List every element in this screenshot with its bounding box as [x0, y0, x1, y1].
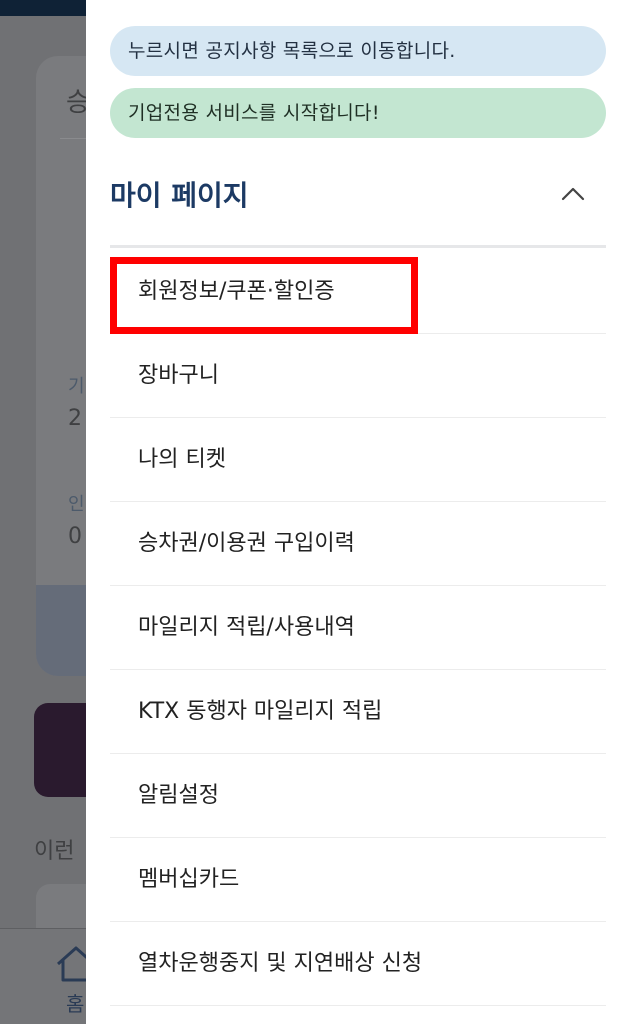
- background-value-1: 2: [68, 406, 82, 431]
- background-section-text: 이런: [34, 839, 75, 864]
- background-value-2: 0: [68, 524, 82, 549]
- background-label-2: 인: [68, 494, 85, 515]
- my-page-menu: 회원정보/쿠폰·할인증 장바구니 나의 티켓 승차권/이용권 구입이력 마일리지…: [110, 250, 606, 1006]
- section-divider: [110, 245, 606, 248]
- menu-item-mileage-history[interactable]: 마일리지 적립/사용내역: [110, 586, 606, 670]
- menu-item-delay-compensation[interactable]: 열차운행중지 및 지연배상 신청: [110, 922, 606, 1006]
- chevron-up-icon[interactable]: [560, 184, 586, 202]
- menu-item-membership-card[interactable]: 멤버십카드: [110, 838, 606, 922]
- side-drawer: 누르시면 공지사항 목록으로 이동합니다. 기업전용 서비스를 시작합니다! 마…: [86, 0, 637, 1024]
- section-title-my-page[interactable]: 마이 페이지: [110, 174, 249, 214]
- tab-home-label: 홈: [66, 992, 85, 1016]
- background-label-1: 기: [68, 376, 85, 397]
- menu-item-notification-settings[interactable]: 알림설정: [110, 754, 606, 838]
- menu-item-purchase-history[interactable]: 승차권/이용권 구입이력: [110, 502, 606, 586]
- menu-item-my-tickets[interactable]: 나의 티켓: [110, 418, 606, 502]
- notice-banner[interactable]: 누르시면 공지사항 목록으로 이동합니다.: [110, 26, 606, 76]
- menu-item-member-info-coupons[interactable]: 회원정보/쿠폰·할인증: [110, 250, 606, 334]
- menu-item-cart[interactable]: 장바구니: [110, 334, 606, 418]
- corporate-service-banner[interactable]: 기업전용 서비스를 시작합니다!: [110, 88, 606, 138]
- menu-item-ktx-companion-mileage[interactable]: KTX 동행자 마일리지 적립: [110, 670, 606, 754]
